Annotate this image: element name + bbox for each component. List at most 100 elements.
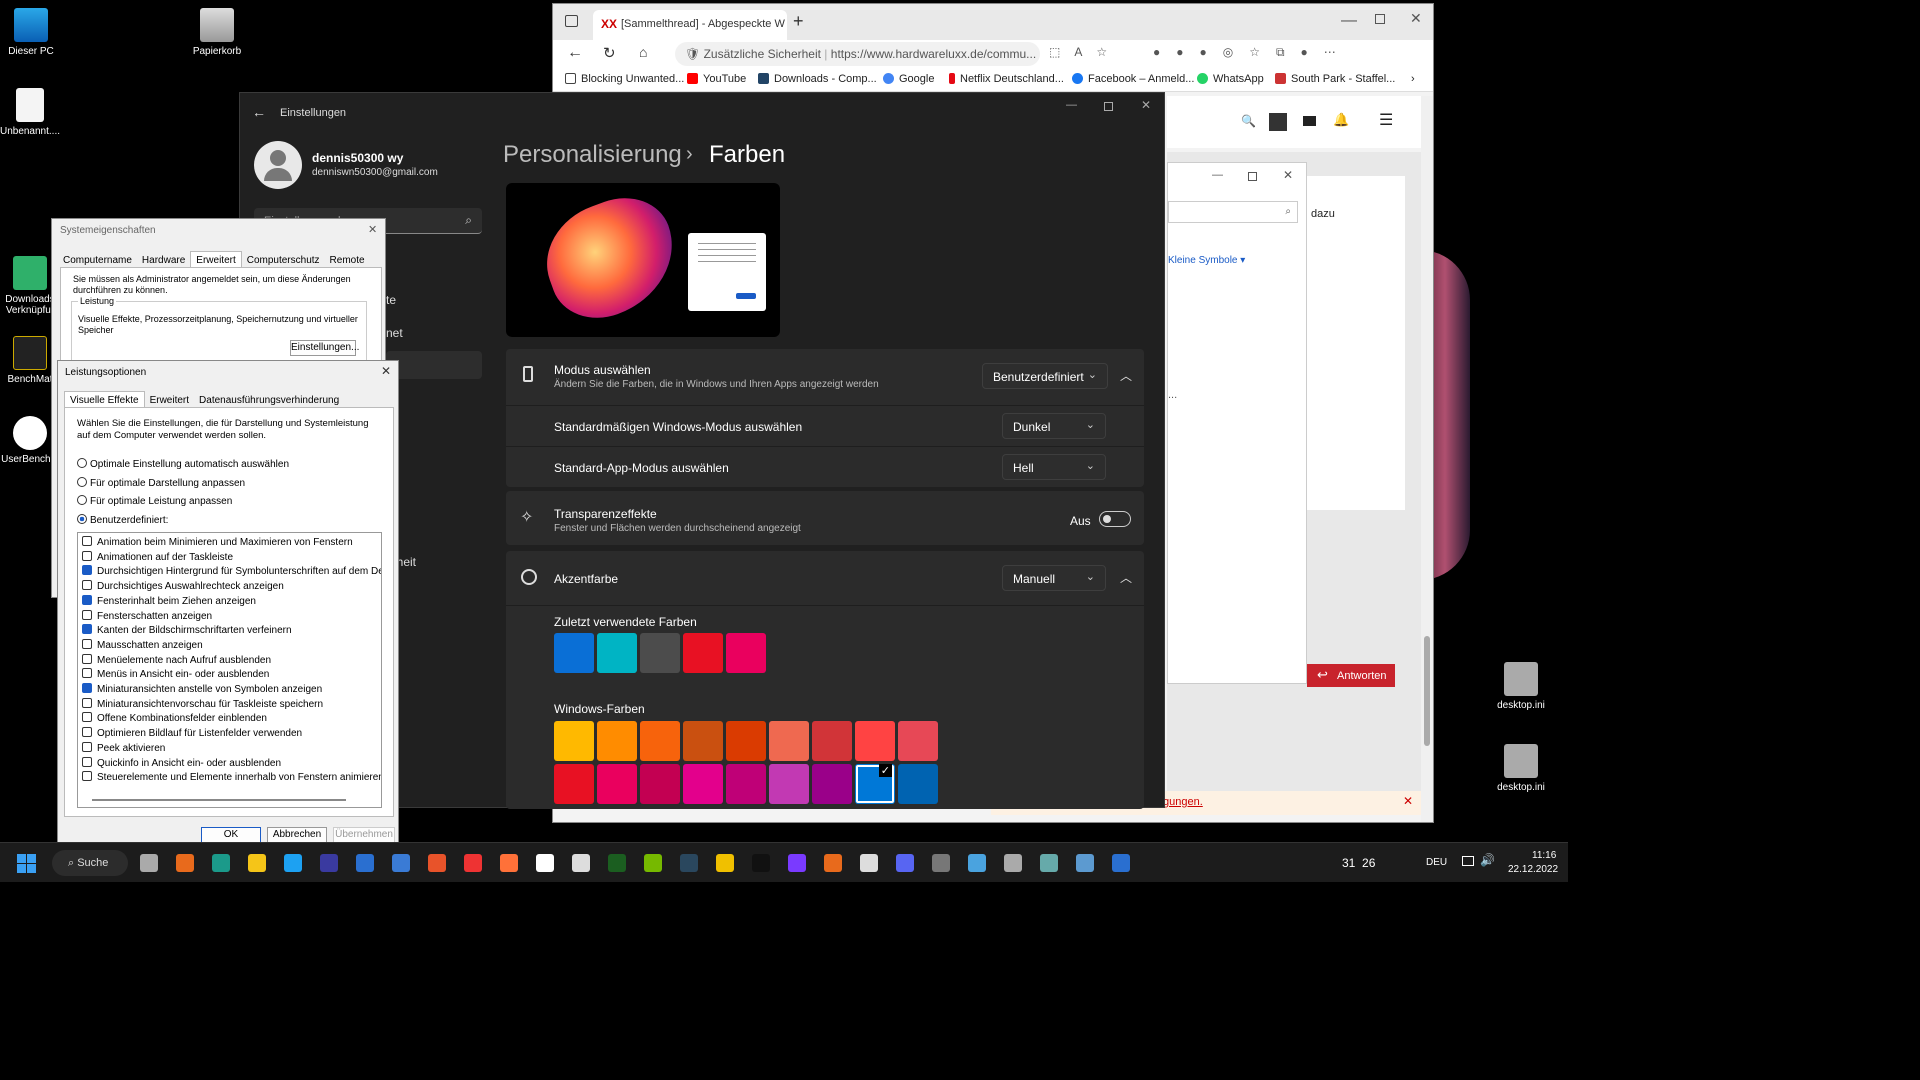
desktop-icon-desktop-ini-2[interactable]: desktop.ini (1486, 744, 1556, 793)
effect-checkbox[interactable]: Peek aktivieren (82, 741, 165, 754)
effect-checkbox[interactable]: Animationen auf der Taskleiste (82, 550, 233, 563)
minimize-icon[interactable]: — (1066, 99, 1077, 111)
view-dropdown[interactable]: Kleine Symbole ▾ (1168, 255, 1245, 266)
desktop-icon-recycle-bin[interactable]: Papierkorb (182, 8, 252, 57)
explorer-search-input[interactable]: ⌕ (1168, 201, 1298, 223)
accent-dropdown[interactable]: Manuell ⌄ (1002, 565, 1106, 591)
effect-checkbox[interactable]: Durchsichtigen Hintergrund für Symbolunt… (82, 565, 381, 577)
transparency-toggle[interactable] (1099, 511, 1131, 527)
maximize-icon[interactable] (1375, 14, 1385, 24)
effect-checkbox[interactable]: Offene Kombinationsfelder einblenden (82, 712, 267, 724)
desktop-icon-desktop-ini-1[interactable]: desktop.ini (1486, 662, 1556, 711)
menu-icon[interactable]: ☰ (1379, 110, 1393, 130)
recent-color-swatch[interactable] (597, 633, 637, 673)
mode-dropdown[interactable]: Benutzerdefiniert ⌄ (982, 363, 1108, 389)
nav-item-fragment[interactable]: te (386, 293, 396, 307)
back-arrow-icon[interactable]: ← (252, 104, 266, 120)
minimize-icon[interactable]: — (1212, 169, 1223, 181)
taskbar-app-icon[interactable] (788, 854, 806, 872)
taskbar-app-icon[interactable] (680, 854, 698, 872)
effect-checkbox[interactable]: Mausschatten anzeigen (82, 638, 203, 651)
taskbar-app-icon[interactable] (1076, 854, 1094, 872)
chevron-up-icon[interactable]: ︿ (1120, 569, 1132, 586)
effect-checkbox[interactable]: Quickinfo in Ansicht ein- oder ausblende… (82, 756, 281, 769)
breadcrumb-parent[interactable]: Personalisierung (503, 141, 682, 169)
effect-checkbox[interactable]: Optimieren Bildlauf für Listenfelder ver… (82, 727, 302, 739)
search-icon[interactable]: 🔍 (1241, 114, 1256, 128)
taskbar-app-icon[interactable] (212, 854, 230, 872)
bookmark-2[interactable]: YouTube (687, 73, 746, 85)
taskbar-search[interactable]: ⌕ Suche (52, 850, 128, 876)
new-tab-icon[interactable]: + (793, 11, 804, 32)
radio-option[interactable]: Für optimale Darstellung anpassen (77, 476, 245, 489)
radio-option[interactable]: Für optimale Leistung anpassen (77, 495, 232, 507)
reply-button[interactable]: Antworten ↩ (1307, 664, 1395, 687)
extensions-icons[interactable]: ⬚A☆ (1049, 45, 1121, 59)
performance-settings-button[interactable]: Einstellungen... (290, 340, 359, 356)
effect-checkbox[interactable]: Animation beim Minimieren und Maximieren… (82, 536, 353, 548)
effect-checkbox[interactable]: Durchsichtiges Auswahlrechteck anzeigen (82, 580, 284, 592)
recent-color-swatch[interactable] (683, 633, 723, 673)
bell-icon[interactable]: 🔔 (1333, 112, 1349, 128)
desktop-icon-untitled[interactable]: Unbenannt.... (0, 88, 65, 137)
windows-color-swatch[interactable] (769, 764, 809, 804)
toolbar-extension-icons[interactable]: ●●●◎☆⧉●⋯ (1153, 45, 1352, 60)
effect-checkbox[interactable]: Menüelemente nach Aufruf ausblenden (82, 653, 271, 666)
app-mode-dropdown[interactable]: Hell ⌄ (1002, 454, 1106, 480)
windows-color-swatch[interactable]: ✓ (855, 764, 895, 804)
chevron-up-icon[interactable]: ︿ (1120, 367, 1132, 384)
taskbar-app-icon[interactable] (320, 854, 338, 872)
taskbar-app-icon[interactable] (464, 854, 482, 872)
bookmark-8[interactable]: South Park - Staffel... (1275, 73, 1395, 85)
taskbar-app-icon[interactable] (716, 854, 734, 872)
nav-item-selected[interactable] (386, 351, 482, 379)
taskbar-app-icon[interactable] (284, 854, 302, 872)
taskbar-app-icon[interactable] (968, 854, 986, 872)
windows-color-swatch[interactable] (898, 721, 938, 761)
windows-color-swatch[interactable] (597, 764, 637, 804)
network-icon[interactable] (1462, 856, 1474, 866)
close-icon[interactable]: ✕ (1403, 794, 1413, 808)
windows-color-swatch[interactable] (812, 721, 852, 761)
taskbar-app-icon[interactable] (176, 854, 194, 872)
close-icon[interactable]: ✕ (1141, 98, 1151, 112)
taskbar-app-icon[interactable] (932, 854, 950, 872)
mail-icon[interactable] (1303, 116, 1316, 126)
recent-color-swatch[interactable] (640, 633, 680, 673)
bookmark-5[interactable]: Netflix Deutschland... (949, 73, 1064, 85)
windows-color-swatch[interactable] (640, 721, 680, 761)
clock-date[interactable]: 22.12.2022 (1508, 864, 1558, 875)
taskbar-app-icon[interactable] (356, 854, 374, 872)
taskbar-app-icon[interactable] (644, 854, 662, 872)
windows-color-swatch[interactable] (683, 764, 723, 804)
effect-checkbox[interactable]: Steuerelemente und Elemente innerhalb vo… (82, 771, 381, 783)
volume-icon[interactable]: 🔊 (1480, 853, 1495, 867)
windows-color-swatch[interactable] (554, 721, 594, 761)
tab-actions-icon[interactable] (565, 15, 578, 27)
windows-color-swatch[interactable] (683, 721, 723, 761)
desktop-icon-this-pc[interactable]: Dieser PC (0, 8, 66, 57)
bookmark-7[interactable]: WhatsApp (1197, 73, 1264, 85)
maximize-icon[interactable] (1104, 102, 1113, 111)
taskbar-app-icon[interactable] (536, 854, 554, 872)
windows-color-swatch[interactable] (855, 721, 895, 761)
home-icon[interactable]: ⌂ (639, 44, 647, 60)
close-icon[interactable]: ✕ (381, 364, 391, 378)
effect-checkbox[interactable]: Miniaturansichtenvorschau für Taskleiste… (82, 697, 323, 710)
taskbar-app-icon[interactable] (896, 854, 914, 872)
scrollbar[interactable] (1421, 96, 1433, 822)
refresh-icon[interactable]: ↻ (603, 44, 616, 62)
windows-color-swatch[interactable] (597, 721, 637, 761)
windows-start-icon[interactable] (17, 854, 36, 873)
address-bar[interactable]: 🛡 Zusätzliche Sicherheit | https://www.h… (675, 42, 1040, 66)
windows-color-swatch[interactable] (554, 764, 594, 804)
ok-button[interactable]: OK (201, 827, 261, 843)
windows-mode-dropdown[interactable]: Dunkel ⌄ (1002, 413, 1106, 439)
windows-color-swatch[interactable] (726, 721, 766, 761)
horizontal-scrollbar[interactable] (92, 799, 346, 801)
effect-checkbox[interactable]: Miniaturansichten anstelle von Symbolen … (82, 683, 322, 695)
close-icon[interactable]: ✕ (368, 223, 377, 236)
nav-item-fragment[interactable]: net (386, 326, 403, 340)
clock-time[interactable]: 11:16 (1532, 850, 1556, 861)
effect-checkbox[interactable]: Fensterinhalt beim Ziehen anzeigen (82, 594, 256, 607)
